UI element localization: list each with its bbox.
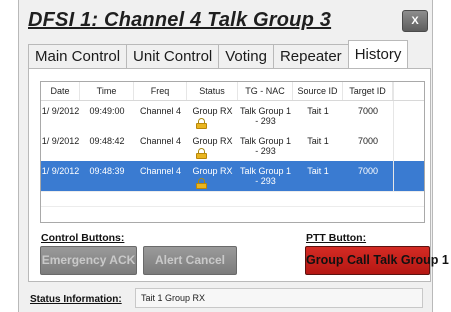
cell-status: Group RX <box>187 101 238 131</box>
column-header-date[interactable]: Date <box>41 82 80 100</box>
cell-target-id: 7000 <box>357 106 379 116</box>
status-information-label: Status Information: <box>30 294 122 305</box>
column-header-status[interactable]: Status <box>187 82 238 100</box>
column-header-time[interactable]: Time <box>80 82 134 100</box>
status-text: Group RX <box>192 166 233 176</box>
cell-tg-nac: Talk Group 1 - 293 <box>239 136 292 156</box>
cell-source-id: Tait 1 <box>307 166 329 176</box>
row-spacer <box>393 101 424 131</box>
table-row-selected[interactable]: 1/ 9/2012 09:48:39 Channel 4 Group RX Ta… <box>41 161 424 191</box>
cell-time: 09:49:00 <box>89 106 125 116</box>
cell-target-id: 7000 <box>357 136 379 146</box>
status-text: Group RX <box>192 136 233 146</box>
close-button[interactable]: X <box>402 10 428 32</box>
status-information-field: Tait 1 Group RX <box>135 288 423 308</box>
row-spacer <box>393 131 424 161</box>
row-spacer <box>393 161 424 191</box>
tab-bar: Main Control Unit Control Voting Repeate… <box>28 40 409 68</box>
empty-row <box>41 191 424 206</box>
cell-tg-nac: Talk Group 1 - 293 <box>239 106 292 126</box>
table-row[interactable]: 1/ 9/2012 09:49:00 Channel 4 Group RX Ta… <box>41 101 424 131</box>
cell-date: 1/ 9/2012 <box>41 136 80 146</box>
cell-time: 09:48:39 <box>89 166 125 176</box>
column-header-target-id[interactable]: Target ID <box>343 82 393 100</box>
cell-source-id: Tait 1 <box>307 106 329 116</box>
emergency-ack-button[interactable]: Emergency ACK <box>40 246 137 275</box>
group-call-ptt-button[interactable]: Group Call Talk Group 1 <box>305 246 449 275</box>
grid-header-spacer <box>393 82 424 100</box>
cell-date: 1/ 9/2012 <box>41 166 80 176</box>
cell-freq: Channel 4 <box>139 106 182 116</box>
lock-icon <box>196 118 207 129</box>
window-title: DFSI 1: Channel 4 Talk Group 3 <box>28 9 332 31</box>
grid-header: Date Time Freq Status TG - NAC Source ID… <box>41 82 424 101</box>
tab-voting[interactable]: Voting <box>218 44 274 68</box>
tab-history[interactable]: History <box>347 40 409 68</box>
channel-window: DFSI 1: Channel 4 Talk Group 3 X Main Co… <box>18 0 449 312</box>
tab-repeater[interactable]: Repeater <box>272 44 349 68</box>
column-header-tg-nac[interactable]: TG - NAC <box>238 82 293 100</box>
cell-status: Group RX <box>187 131 238 161</box>
tab-main-control[interactable]: Main Control <box>28 44 128 68</box>
cell-status: Group RX <box>187 161 238 191</box>
history-panel: Date Time Freq Status TG - NAC Source ID… <box>28 68 449 282</box>
cell-date: 1/ 9/2012 <box>41 106 80 116</box>
cell-source-id: Tait 1 <box>307 136 329 146</box>
lock-icon <box>196 178 207 189</box>
column-header-source-id[interactable]: Source ID <box>293 82 343 100</box>
tab-unit-control[interactable]: Unit Control <box>126 44 220 68</box>
status-text: Group RX <box>192 106 233 116</box>
table-row[interactable]: 1/ 9/2012 09:48:42 Channel 4 Group RX Ta… <box>41 131 424 161</box>
cell-target-id: 7000 <box>357 166 379 176</box>
ptt-button-label: PTT Button: <box>306 232 367 244</box>
history-grid[interactable]: Date Time Freq Status TG - NAC Source ID… <box>40 81 425 223</box>
alert-cancel-button[interactable]: Alert Cancel <box>143 246 237 275</box>
cell-freq: Channel 4 <box>139 166 182 176</box>
cell-freq: Channel 4 <box>139 136 182 146</box>
control-buttons-label: Control Buttons: <box>41 232 125 244</box>
lock-icon <box>196 148 207 159</box>
cell-time: 09:48:42 <box>89 136 125 146</box>
cell-tg-nac: Talk Group 1 - 293 <box>239 166 292 186</box>
column-header-freq[interactable]: Freq <box>134 82 187 100</box>
empty-row <box>41 206 424 221</box>
